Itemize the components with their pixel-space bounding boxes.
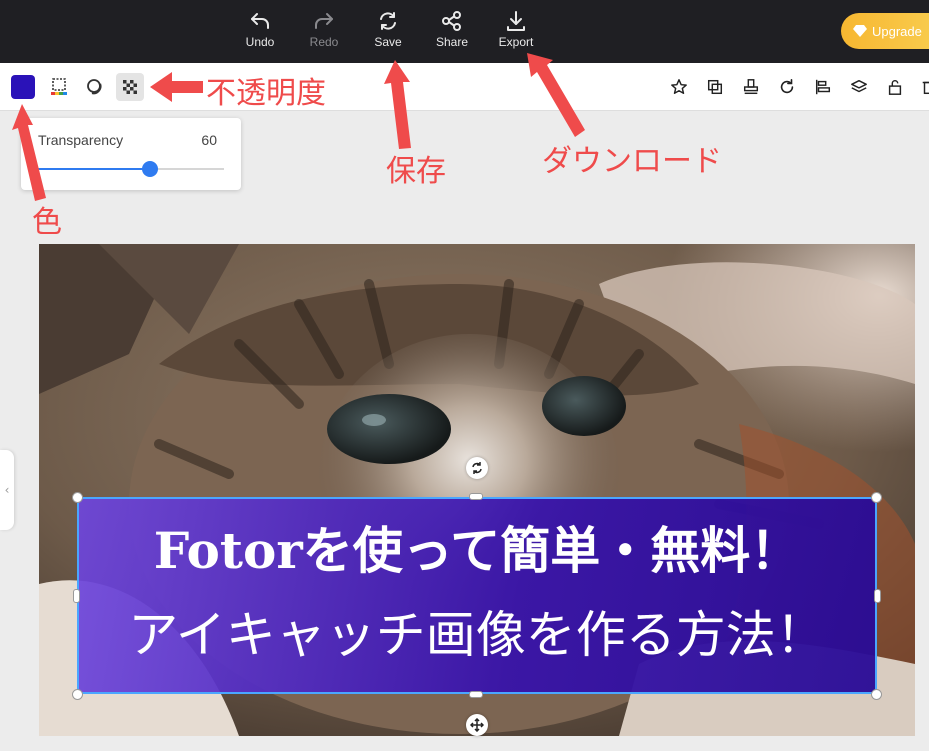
resize-handle-right[interactable] [874,589,881,603]
move-icon [470,718,484,732]
layers-icon [851,79,867,93]
redo-button[interactable]: Redo [294,10,354,54]
move-handle[interactable] [466,714,488,736]
share-label: Share [435,35,469,49]
resize-handle-bottom-right[interactable] [871,689,882,700]
download-icon [507,11,525,31]
diamond-icon [853,25,867,37]
transparency-value: 60 [201,132,217,148]
export-button[interactable]: Export [486,10,546,54]
redo-label: Redo [309,35,339,49]
resize-handle-top-left[interactable] [72,492,83,503]
border-color-icon [51,78,67,95]
annotation-download: ダウンロード [542,144,722,179]
stamp-button[interactable] [737,73,765,101]
annotation-save: 保存 [386,154,446,189]
rotate-icon [780,78,794,94]
resize-handle-top-right[interactable] [871,492,882,503]
star-icon [671,79,687,95]
lock-icon [888,80,902,95]
rotate-button[interactable] [773,73,801,101]
undo-button[interactable]: Undo [230,10,290,54]
duplicate-button[interactable] [701,73,729,101]
favorite-button[interactable] [665,73,693,101]
undo-label: Undo [245,35,275,49]
save-sync-icon [380,12,396,30]
headline-line-1[interactable]: Fotorを使って簡単・無料！ [79,523,875,579]
shadow-button[interactable] [81,73,109,101]
resize-handle-bottom-left[interactable] [72,689,83,700]
share-button[interactable]: Share [422,10,482,54]
redo-icon [315,13,333,29]
transparency-slider[interactable] [38,161,224,177]
align-icon [815,79,831,95]
stamp-icon [743,79,759,95]
delete-button[interactable] [915,73,929,101]
selected-text-box[interactable]: Fotorを使って簡単・無料！ アイキャッチ画像を作る方法！ [77,497,877,694]
transparency-panel: Transparency 60 [21,118,241,190]
slider-fill [38,168,150,170]
save-button[interactable]: Save [358,10,418,54]
duplicate-icon [707,79,723,95]
undo-icon [251,13,269,29]
resize-handle-left[interactable] [73,589,80,603]
lock-button[interactable] [881,73,909,101]
upgrade-button[interactable]: Upgrade [841,13,929,49]
share-icon [442,11,461,31]
transparency-button[interactable] [116,73,144,101]
upgrade-label: Upgrade [872,23,922,39]
rotate-handle-icon [472,462,482,474]
color-swatch-button[interactable] [11,75,35,99]
border-color-button[interactable] [45,73,73,101]
headline-line-2[interactable]: アイキャッチ画像を作る方法！ [79,607,875,663]
slider-handle[interactable] [141,161,158,177]
layers-button[interactable] [845,73,873,101]
chevron-left-icon: ‹ [4,483,10,497]
side-panel-toggle[interactable]: ‹ [0,450,14,530]
align-button[interactable] [809,73,837,101]
save-label: Save [374,35,402,49]
top-bar: Undo Redo Save Share Export Upgrade [0,0,929,63]
transparency-icon [123,80,137,94]
export-label: Export [498,35,534,49]
transparency-label: Transparency [38,132,124,148]
resize-handle-top[interactable] [469,493,483,500]
rotate-handle[interactable] [466,457,488,479]
element-toolbar [0,63,929,111]
annotation-opacity: 不透明度 [206,76,326,111]
shadow-icon [87,79,102,95]
annotation-color: 色 [32,205,62,240]
resize-handle-bottom[interactable] [469,691,483,698]
trash-icon [922,81,929,95]
